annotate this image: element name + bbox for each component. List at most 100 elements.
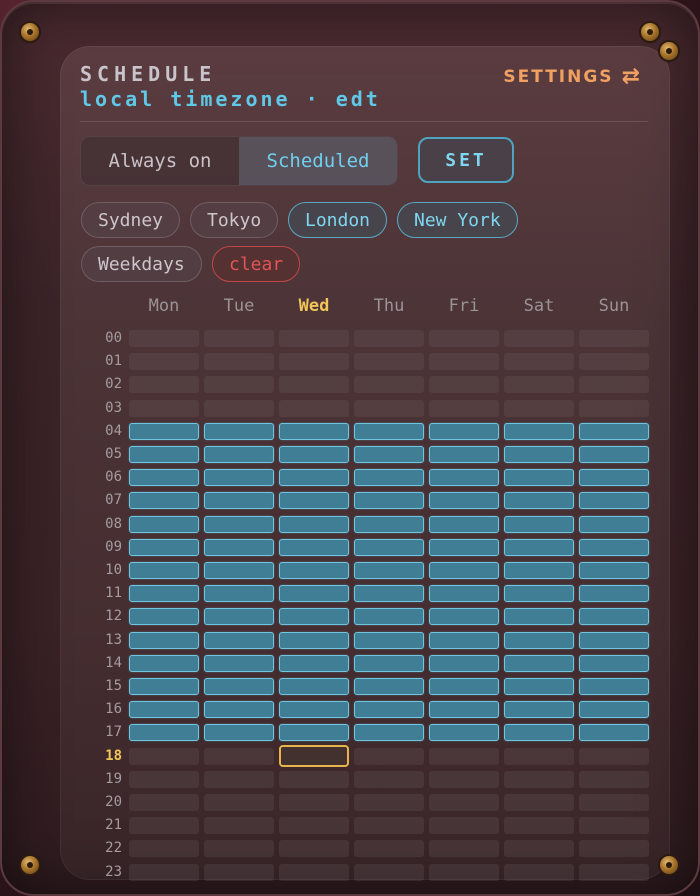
slot-sun-08[interactable] — [579, 515, 649, 533]
slot-mon-16[interactable] — [129, 701, 199, 719]
slot-thu-09[interactable] — [354, 538, 424, 556]
slot-mon-00[interactable] — [129, 330, 199, 347]
slot-tue-19[interactable] — [204, 770, 274, 788]
slot-sat-19[interactable] — [504, 770, 574, 788]
slot-wed-10[interactable] — [279, 562, 349, 579]
slot-sat-03[interactable] — [504, 399, 574, 417]
slot-thu-01[interactable] — [354, 353, 424, 371]
slot-sun-17[interactable] — [579, 724, 649, 742]
slot-wed-23[interactable] — [279, 863, 349, 881]
slot-sat-18[interactable] — [504, 747, 574, 765]
slot-tue-20[interactable] — [204, 794, 274, 811]
day-header-wed[interactable]: Wed — [279, 296, 349, 316]
slot-wed-08[interactable] — [279, 515, 349, 533]
day-header-sat[interactable]: Sat — [504, 296, 574, 316]
slot-thu-18[interactable] — [354, 747, 424, 765]
slot-tue-10[interactable] — [204, 562, 274, 579]
slot-fri-06[interactable] — [429, 469, 499, 487]
slot-fri-03[interactable] — [429, 399, 499, 417]
slot-mon-04[interactable] — [129, 422, 199, 440]
slot-mon-21[interactable] — [129, 817, 199, 835]
day-header-thu[interactable]: Thu — [354, 296, 424, 316]
slot-mon-18[interactable] — [129, 747, 199, 765]
slot-wed-15[interactable] — [279, 678, 349, 695]
slot-mon-02[interactable] — [129, 376, 199, 394]
slot-sun-15[interactable] — [579, 678, 649, 695]
slot-sat-13[interactable] — [504, 631, 574, 649]
preset-london[interactable]: London — [288, 202, 388, 238]
slot-thu-17[interactable] — [354, 724, 424, 742]
slot-sat-15[interactable] — [504, 678, 574, 695]
day-header-mon[interactable]: Mon — [129, 296, 199, 316]
day-header-sun[interactable]: Sun — [579, 296, 649, 316]
slot-tue-05[interactable] — [204, 446, 274, 463]
slot-sat-04[interactable] — [504, 422, 574, 440]
slot-wed-14[interactable] — [279, 654, 349, 672]
slot-sun-09[interactable] — [579, 538, 649, 556]
slot-fri-07[interactable] — [429, 492, 499, 510]
slot-thu-22[interactable] — [354, 840, 424, 858]
slot-mon-23[interactable] — [129, 863, 199, 881]
slot-sun-04[interactable] — [579, 422, 649, 440]
slot-thu-08[interactable] — [354, 515, 424, 533]
slot-tue-18[interactable] — [204, 747, 274, 765]
slot-thu-03[interactable] — [354, 399, 424, 417]
slot-tue-02[interactable] — [204, 376, 274, 394]
slot-sun-13[interactable] — [579, 631, 649, 649]
slot-sat-00[interactable] — [504, 330, 574, 347]
slot-tue-03[interactable] — [204, 399, 274, 417]
slot-wed-18[interactable] — [279, 744, 349, 767]
slot-fri-10[interactable] — [429, 562, 499, 579]
slot-fri-04[interactable] — [429, 422, 499, 440]
slot-wed-21[interactable] — [279, 817, 349, 835]
slot-wed-05[interactable] — [279, 446, 349, 463]
slot-mon-13[interactable] — [129, 631, 199, 649]
slot-sun-20[interactable] — [579, 794, 649, 811]
day-header-tue[interactable]: Tue — [204, 296, 274, 316]
slot-fri-11[interactable] — [429, 585, 499, 603]
slot-tue-22[interactable] — [204, 840, 274, 858]
slot-fri-22[interactable] — [429, 840, 499, 858]
slot-sat-23[interactable] — [504, 863, 574, 881]
slot-thu-07[interactable] — [354, 492, 424, 510]
slot-sun-22[interactable] — [579, 840, 649, 858]
slot-mon-01[interactable] — [129, 353, 199, 371]
slot-sun-06[interactable] — [579, 469, 649, 487]
preset-weekdays[interactable]: Weekdays — [81, 246, 202, 282]
slot-sat-21[interactable] — [504, 817, 574, 835]
slot-sat-16[interactable] — [504, 701, 574, 719]
slot-wed-00[interactable] — [279, 330, 349, 347]
slot-wed-02[interactable] — [279, 376, 349, 394]
slot-fri-17[interactable] — [429, 724, 499, 742]
slot-tue-11[interactable] — [204, 585, 274, 603]
slot-thu-05[interactable] — [354, 446, 424, 463]
slot-sun-18[interactable] — [579, 747, 649, 765]
slot-mon-12[interactable] — [129, 608, 199, 626]
slot-tue-01[interactable] — [204, 353, 274, 371]
slot-mon-07[interactable] — [129, 492, 199, 510]
slot-sat-22[interactable] — [504, 840, 574, 858]
preset-sydney[interactable]: Sydney — [81, 202, 181, 238]
slot-sat-20[interactable] — [504, 794, 574, 811]
slot-thu-14[interactable] — [354, 654, 424, 672]
slot-wed-19[interactable] — [279, 770, 349, 788]
slot-tue-15[interactable] — [204, 678, 274, 695]
slot-sat-07[interactable] — [504, 492, 574, 510]
slot-sat-12[interactable] — [504, 608, 574, 626]
mode-scheduled[interactable]: Scheduled — [239, 137, 397, 185]
preset-new-york[interactable]: New York — [397, 202, 518, 238]
slot-sun-12[interactable] — [579, 608, 649, 626]
slot-fri-00[interactable] — [429, 330, 499, 347]
slot-fri-09[interactable] — [429, 538, 499, 556]
slot-fri-14[interactable] — [429, 654, 499, 672]
slot-sat-09[interactable] — [504, 538, 574, 556]
slot-sat-08[interactable] — [504, 515, 574, 533]
slot-fri-15[interactable] — [429, 678, 499, 695]
slot-mon-09[interactable] — [129, 538, 199, 556]
slot-fri-05[interactable] — [429, 446, 499, 463]
mode-always-on[interactable]: Always on — [81, 137, 239, 185]
slot-fri-18[interactable] — [429, 747, 499, 765]
slot-tue-21[interactable] — [204, 817, 274, 835]
slot-mon-10[interactable] — [129, 562, 199, 579]
slot-sun-23[interactable] — [579, 863, 649, 881]
